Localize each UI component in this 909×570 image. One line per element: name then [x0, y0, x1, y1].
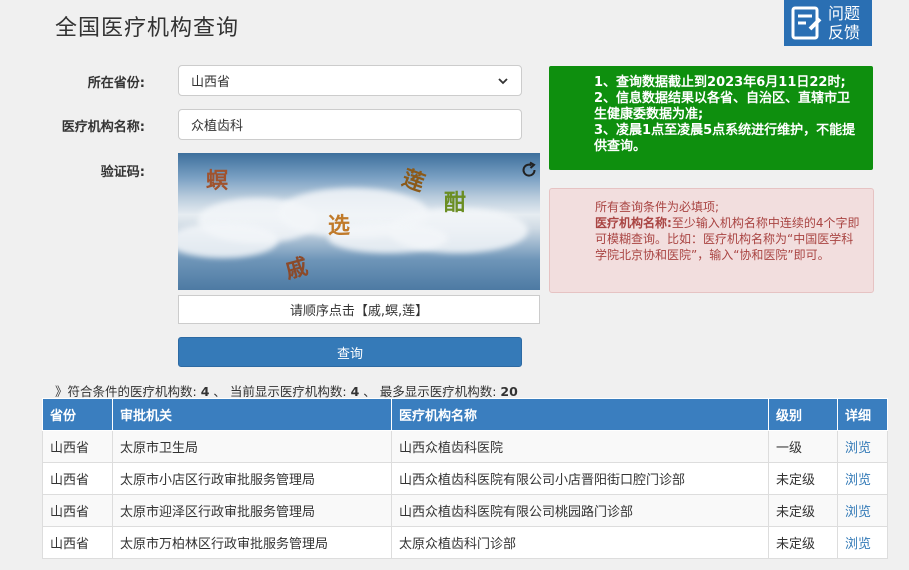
province-label: 所在省份: — [87, 76, 145, 91]
results-table: 省份 审批机关 医疗机构名称 级别 详细 山西省 太原市卫生局 山西众植齿科医院… — [42, 398, 888, 559]
notice-line: 1、查询数据截止到2023年6月11日22时; — [594, 75, 846, 90]
notice-required: 所有查询条件为必填项; 医疗机构名称:至少输入机构名称中连续的4个字即可模糊查询… — [549, 188, 874, 293]
cell-level: 未定级 — [768, 494, 838, 527]
institution-name-label: 医疗机构名称: — [61, 120, 145, 135]
col-institution: 医疗机构名称 — [391, 398, 769, 431]
summary-total: 4 — [200, 384, 210, 399]
notice-line: 2、信息数据结果以各省、自治区、直辖市卫生健康委数据为准; — [594, 91, 851, 122]
browse-link[interactable]: 浏览 — [845, 473, 871, 488]
captcha-image[interactable]: 螟 莲 酣 选 戚 — [178, 153, 540, 290]
captcha-char[interactable]: 酣 — [444, 185, 466, 217]
col-detail: 详细 — [837, 398, 888, 431]
table-row: 山西省 太原市卫生局 山西众植齿科医院 一级 浏览 — [42, 430, 888, 463]
captcha-label: 验证码: — [100, 165, 145, 180]
cell-province: 山西省 — [42, 494, 113, 527]
notice-bold-label: 医疗机构名称: — [595, 216, 672, 230]
province-selected-value: 山西省 — [191, 75, 231, 90]
browse-link[interactable]: 浏览 — [845, 537, 871, 552]
notice-green: 1、查询数据截止到2023年6月11日22时; 2、信息数据结果以各省、自治区、… — [549, 66, 873, 170]
cell-province: 山西省 — [42, 526, 113, 559]
col-province: 省份 — [42, 398, 113, 431]
table-row: 山西省 太原市万柏林区行政审批服务管理局 太原众植齿科门诊部 未定级 浏览 — [42, 526, 888, 559]
institution-name-input[interactable]: 众植齿科 — [178, 109, 522, 140]
refresh-icon[interactable] — [520, 161, 538, 179]
chevron-down-icon — [498, 77, 508, 84]
table-header-row: 省份 审批机关 医疗机构名称 级别 详细 — [42, 398, 888, 431]
cell-authority: 太原市迎泽区行政审批服务管理局 — [112, 494, 392, 527]
cell-institution: 太原众植齿科门诊部 — [391, 526, 769, 559]
cell-authority: 太原市卫生局 — [112, 430, 392, 463]
summary-prefix: 》符合条件的医疗机构数: — [55, 384, 197, 399]
query-button[interactable]: 查询 — [178, 337, 522, 367]
browse-link[interactable]: 浏览 — [845, 441, 871, 456]
cell-level: 未定级 — [768, 526, 838, 559]
table-row: 山西省 太原市迎泽区行政审批服务管理局 山西众植齿科医院有限公司桃园路门诊部 未… — [42, 494, 888, 527]
cell-institution: 山西众植齿科医院有限公司桃园路门诊部 — [391, 494, 769, 527]
feedback-label-2: 反馈 — [828, 23, 861, 42]
summary-max: 20 — [500, 384, 518, 399]
feedback-button[interactable]: 问题 反馈 — [784, 0, 872, 46]
col-authority: 审批机关 — [112, 398, 392, 431]
captcha-char[interactable]: 莲 — [398, 160, 430, 198]
captcha-char[interactable]: 选 — [328, 208, 350, 240]
col-level: 级别 — [768, 398, 838, 431]
cell-institution: 山西众植齿科医院有限公司小店晋阳街口腔门诊部 — [391, 462, 769, 495]
notice-line: 3、凌晨1点至凌晨5点系统进行维护，不能提供查询。 — [594, 123, 856, 154]
province-select[interactable]: 山西省 — [178, 65, 522, 96]
page-title: 全国医疗机构查询 — [55, 16, 240, 41]
cell-institution: 山西众植齿科医院 — [391, 430, 769, 463]
feedback-icon — [791, 6, 822, 40]
institution-name-value: 众植齿科 — [191, 119, 244, 134]
table-row: 山西省 太原市小店区行政审批服务管理局 山西众植齿科医院有限公司小店晋阳街口腔门… — [42, 462, 888, 495]
cell-authority: 太原市万柏林区行政审批服务管理局 — [112, 526, 392, 559]
cell-province: 山西省 — [42, 462, 113, 495]
captcha-hint: 请顺序点击【戚,螟,莲】 — [178, 295, 540, 324]
summary-mid1: 、 当前显示医疗机构数: — [213, 384, 347, 399]
cell-level: 一级 — [768, 430, 838, 463]
cell-level: 未定级 — [768, 462, 838, 495]
browse-link[interactable]: 浏览 — [845, 505, 871, 520]
cell-authority: 太原市小店区行政审批服务管理局 — [112, 462, 392, 495]
cell-province: 山西省 — [42, 430, 113, 463]
feedback-label-1: 问题 — [828, 4, 861, 23]
summary-mid2: 、 最多显示医疗机构数: — [363, 384, 497, 399]
captcha-char[interactable]: 螟 — [206, 163, 228, 195]
notice-line: 所有查询条件为必填项; — [595, 200, 720, 214]
captcha-char[interactable]: 戚 — [281, 249, 311, 286]
summary-shown: 4 — [350, 384, 360, 399]
